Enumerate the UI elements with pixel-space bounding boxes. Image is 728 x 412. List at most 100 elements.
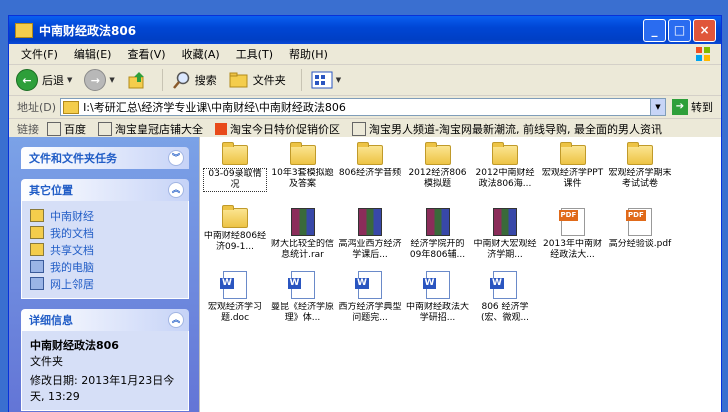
file-item[interactable]: 宏观经济学PPT课件 [541, 142, 605, 190]
address-path[interactable]: I:\考研汇总\经济学专业课\中南财经\中南财经政法806 [83, 99, 650, 115]
folder-icon [63, 100, 80, 114]
file-name: 宏观经济学习题.doc [207, 302, 262, 323]
minimize-button[interactable]: _ [643, 18, 666, 42]
go-button[interactable]: ➔ 转到 [672, 99, 713, 115]
file-name: 西方经济学典型问题完... [338, 302, 402, 323]
up-button[interactable] [124, 67, 150, 93]
file-item[interactable]: W 西方经济学典型问题完... [338, 271, 402, 324]
rar-archive-icon [425, 208, 450, 236]
file-name: 高鸿业西方经济学课后... [338, 239, 402, 260]
close-button[interactable]: × [693, 18, 716, 42]
tasks-panel: 文件和文件夹任务 ︾ [21, 147, 189, 169]
file-name: 高分经验谈.pdf [608, 239, 672, 249]
link-label: 淘宝男人频道-淘宝网最新潮流, 前线导购, 最全面的男人资讯 [369, 123, 662, 136]
link-label: 淘宝今日特价促销价区 [230, 123, 340, 136]
forward-arrow-icon: → [84, 69, 107, 91]
file-view: 03-09录取情况 10年3套模拟题及答案 806经济学音频 2012经济806模拟题… [199, 137, 721, 412]
file-item[interactable]: 03-09录取情况 [203, 142, 267, 192]
go-label: 转到 [691, 101, 713, 114]
views-icon [311, 71, 333, 89]
file-name: 中南财大宏观经济学期... [473, 239, 537, 260]
file-item[interactable]: PDF 高分经验谈.pdf [608, 208, 672, 261]
word-doc-icon: W [490, 271, 517, 299]
file-item[interactable]: 中南财大宏观经济学期... [473, 208, 537, 261]
back-button[interactable]: ← 后退 ▼ [13, 67, 75, 93]
word-doc-icon: W [287, 271, 315, 299]
explorer-window: 中南财经政法806 _ □ × 文件(F) 编辑(E) 查看(V) 收藏(A) … [8, 15, 722, 412]
place-item[interactable]: 我的文档 [30, 224, 180, 241]
file-item[interactable]: 中南财经806经济09-1... [203, 205, 267, 253]
main-area: 文件和文件夹任务 ︾ 其它位置 ︽ 中南财经 我的文档 共享文档 我的电脑网上邻居 详… [9, 137, 721, 412]
tasks-panel-header[interactable]: 文件和文件夹任务 ︾ [21, 147, 189, 169]
folder-icon [627, 142, 653, 165]
details-header[interactable]: 详细信息 ︽ [21, 309, 189, 331]
menu-file[interactable]: 文件(F) [13, 46, 66, 62]
window-title: 中南财经政法806 [39, 23, 137, 38]
place-item[interactable]: 网上邻居 [30, 275, 180, 292]
other-places-title: 其它位置 [29, 184, 73, 197]
file-name: 2013年中南财经政法大... [543, 239, 602, 260]
file-item[interactable]: W 中南财经政法大学研招... [406, 271, 470, 324]
file-item[interactable]: 宏观经济学期末考试试卷 [608, 142, 672, 190]
link-item[interactable]: 淘宝男人频道-淘宝网最新潮流, 前线导购, 最全面的男人资讯 [352, 121, 662, 137]
file-item[interactable]: 2012经济806模拟题 [406, 142, 470, 190]
maximize-button[interactable]: □ [668, 18, 691, 42]
chevron-down-icon[interactable]: ︾ [168, 150, 184, 166]
place-item[interactable]: 我的电脑 [30, 258, 180, 275]
menu-tools[interactable]: 工具(T) [228, 46, 281, 62]
detail-modified: 修改日期: 2013年1月23日今天, 13:29 [30, 374, 175, 403]
chevron-down-icon[interactable]: ▼ [109, 76, 114, 84]
file-item[interactable]: W 806 经济学(宏、微观... [473, 271, 537, 324]
toolbar-separator [300, 69, 302, 91]
place-label: 网上邻居 [50, 277, 94, 291]
folder-up-icon [128, 72, 144, 89]
chevron-down-icon[interactable]: ▼ [67, 76, 72, 84]
file-item[interactable]: 财大比较全的信息统计.rar [271, 208, 335, 261]
chevron-up-icon[interactable]: ︽ [168, 182, 184, 198]
rar-archive-icon [290, 208, 315, 236]
file-name: 2012中南财经政法806海... [475, 168, 535, 189]
file-name: 03-09录取情况 [203, 168, 267, 192]
word-doc-icon: W [355, 271, 382, 299]
file-item[interactable]: 2012中南财经政法806海... [473, 142, 537, 190]
file-item[interactable]: W 曼昆《经济学原理》体... [271, 271, 335, 324]
other-places-list: 中南财经 我的文档 共享文档 我的电脑网上邻居 [21, 201, 189, 299]
menu-favorites[interactable]: 收藏(A) [174, 46, 228, 62]
folder-icon [492, 142, 518, 165]
back-arrow-icon: ← [16, 69, 38, 91]
file-item[interactable]: 10年3套模拟题及答案 [271, 142, 335, 190]
folder-icon [15, 22, 33, 38]
file-item[interactable]: 高鸿业西方经济学课后... [338, 208, 402, 261]
link-item[interactable]: 淘宝今日特价促销价区 [215, 121, 340, 137]
chevron-down-icon[interactable]: ▼ [650, 99, 665, 115]
toolbar-separator [161, 69, 163, 91]
folder-icon [222, 205, 248, 228]
details-body: 中南财经政法806 文件夹 修改日期: 2013年1月23日今天, 13:29 [21, 331, 189, 411]
folders-icon [229, 72, 248, 88]
search-button[interactable]: 搜索 [169, 67, 220, 93]
folders-button[interactable]: 文件夹 [226, 67, 289, 93]
forward-button[interactable]: → ▼ [81, 67, 117, 93]
file-item[interactable]: 806经济学音频 [338, 142, 402, 190]
chevron-up-icon[interactable]: ︽ [168, 312, 184, 328]
taobao-icon [215, 123, 227, 135]
other-places-header[interactable]: 其它位置 ︽ [21, 179, 189, 201]
link-item[interactable]: 百度 [47, 121, 86, 137]
title-bar[interactable]: 中南财经政法806 _ □ × [9, 16, 721, 44]
file-item[interactable]: W 宏观经济学习题.doc [203, 271, 267, 324]
link-item[interactable]: 淘宝皇冠店铺大全 [98, 121, 203, 137]
windows-logo-icon [696, 47, 710, 61]
menu-edit[interactable]: 编辑(E) [66, 46, 120, 62]
place-item[interactable]: 中南财经 [30, 207, 180, 224]
file-name: 曼昆《经济学原理》体... [270, 302, 334, 323]
views-button[interactable]: ▼ [308, 67, 344, 93]
chevron-down-icon[interactable]: ▼ [336, 76, 341, 84]
menu-view[interactable]: 查看(V) [119, 46, 173, 62]
address-input[interactable]: I:\考研汇总\经济学专业课\中南财经\中南财经政法806 ▼ [60, 98, 666, 116]
file-item[interactable]: PDF 2013年中南财经政法大... [541, 208, 605, 261]
search-icon [172, 71, 190, 89]
file-item[interactable]: 经济学院开的09年806辅... [406, 208, 470, 261]
file-name: 806 经济学(宏、微观... [480, 302, 530, 323]
menu-help[interactable]: 帮助(H) [281, 46, 336, 62]
place-item[interactable]: 共享文档 [30, 241, 180, 258]
